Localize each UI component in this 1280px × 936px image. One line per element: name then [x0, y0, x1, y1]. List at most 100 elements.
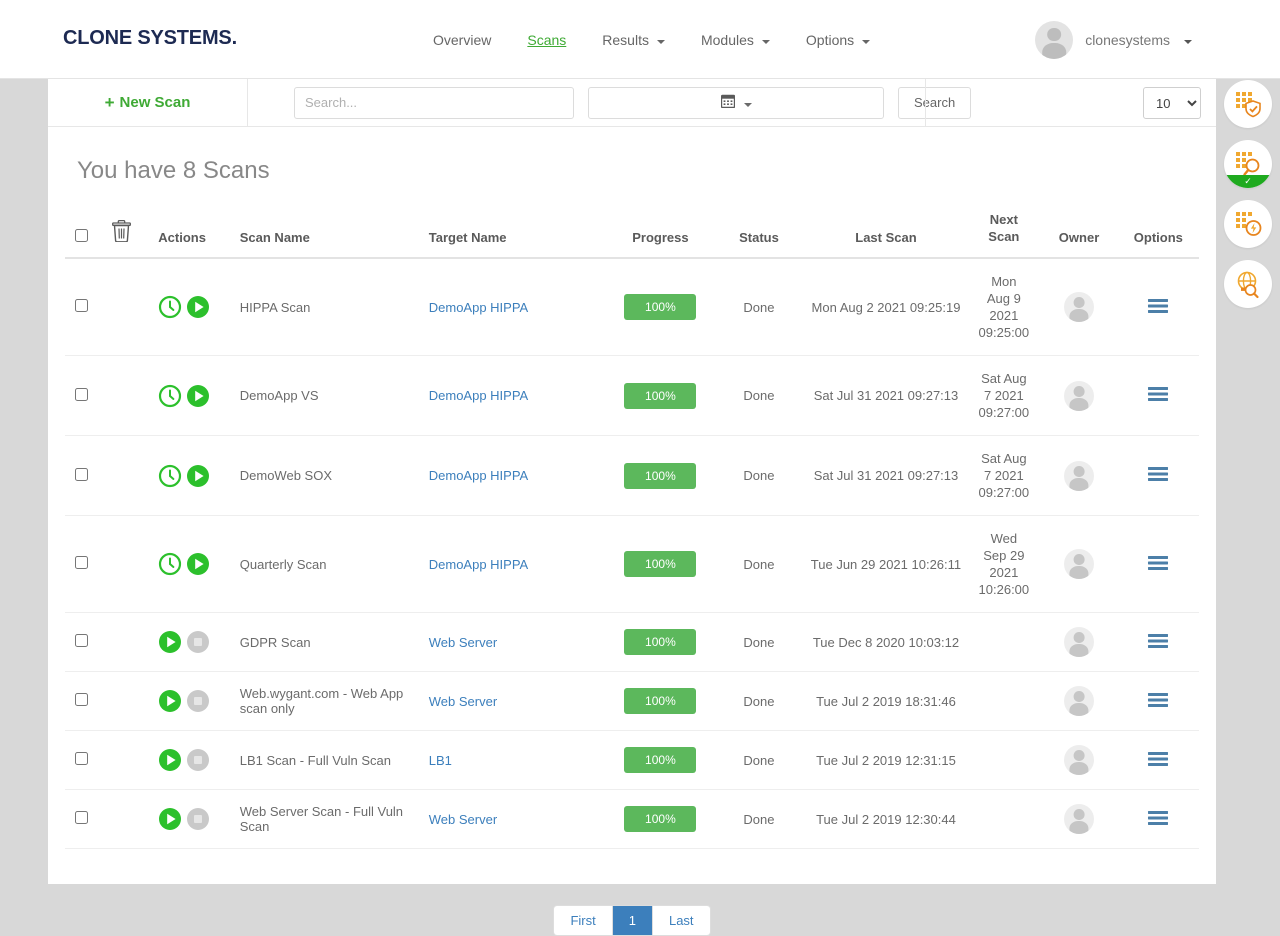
- row-checkbox[interactable]: [75, 468, 88, 481]
- brand-name-bold: CLONE: [63, 27, 132, 49]
- vulnerability-shield-icon[interactable]: [1224, 80, 1272, 128]
- nav-item-options[interactable]: Options: [788, 32, 888, 48]
- options-menu-icon[interactable]: [1147, 751, 1169, 767]
- row-owner-cell: [1040, 356, 1117, 436]
- row-scan-name: HIPPA Scan: [240, 258, 429, 356]
- network-globe-icon[interactable]: [1224, 260, 1272, 308]
- nav-item-modules[interactable]: Modules: [683, 32, 788, 48]
- nav-item-overview[interactable]: Overview: [415, 32, 509, 48]
- table-row: LB1 Scan - Full Vuln Scan LB1 100% Done …: [65, 731, 1199, 790]
- table-header-row: Actions Scan Name Target Name Progress S…: [65, 211, 1199, 258]
- brand-name-rest: SYSTEMS: [137, 27, 231, 49]
- schedule-clock-icon[interactable]: [158, 552, 182, 576]
- nav-item-results[interactable]: Results: [584, 32, 683, 48]
- options-menu-icon[interactable]: [1147, 298, 1169, 314]
- row-checkbox[interactable]: [75, 811, 88, 824]
- row-select-cell: [65, 258, 98, 356]
- row-options-cell: [1118, 258, 1199, 356]
- row-next-scan: [967, 731, 1040, 790]
- run-play-icon[interactable]: [186, 295, 210, 319]
- pagination-page-1[interactable]: 1: [613, 906, 653, 935]
- row-last-scan: Tue Dec 8 2020 10:03:12: [805, 613, 968, 672]
- table-row: DemoApp VS DemoApp HIPPA 100% Done Sat J…: [65, 356, 1199, 436]
- stop-disabled-icon[interactable]: [186, 689, 210, 713]
- pagination-first[interactable]: First: [554, 906, 612, 935]
- run-play-icon[interactable]: [158, 689, 182, 713]
- row-checkbox[interactable]: [75, 752, 88, 765]
- trash-icon[interactable]: [112, 220, 131, 245]
- row-action-icons: [158, 295, 239, 319]
- row-action-icons: [158, 630, 239, 654]
- target-link[interactable]: Web Server: [429, 694, 497, 709]
- user-menu-label: clonesystems: [1085, 32, 1170, 48]
- side-icon-rail: ✓: [1224, 80, 1272, 308]
- new-scan-button-label: New Scan: [120, 94, 191, 111]
- run-play-icon[interactable]: [158, 748, 182, 772]
- page-size-select[interactable]: 10: [1143, 87, 1201, 119]
- row-options-cell: [1118, 516, 1199, 613]
- row-checkbox[interactable]: [75, 388, 88, 401]
- select-all-checkbox[interactable]: [75, 229, 88, 242]
- schedule-clock-icon[interactable]: [158, 384, 182, 408]
- search-input[interactable]: [294, 87, 574, 119]
- run-play-icon[interactable]: [186, 464, 210, 488]
- pagination: First 1 Last: [65, 905, 1199, 936]
- search-button[interactable]: Search: [898, 87, 971, 119]
- schedule-clock-icon[interactable]: [158, 295, 182, 319]
- nav-item-scans[interactable]: Scans: [509, 32, 584, 48]
- run-play-icon[interactable]: [158, 807, 182, 831]
- target-link[interactable]: LB1: [429, 753, 452, 768]
- options-menu-icon[interactable]: [1147, 555, 1169, 571]
- table-row: Quarterly Scan DemoApp HIPPA 100% Done T…: [65, 516, 1199, 613]
- new-scan-button[interactable]: + New Scan: [48, 79, 248, 127]
- target-link[interactable]: DemoApp HIPPA: [429, 468, 528, 483]
- table-row: Web.wygant.com - Web App scan only Web S…: [65, 672, 1199, 731]
- nav-item-scans-label: Scans: [527, 32, 566, 48]
- run-play-icon[interactable]: [186, 384, 210, 408]
- stop-disabled-icon[interactable]: [186, 630, 210, 654]
- row-action-icons: [158, 807, 239, 831]
- target-link[interactable]: Web Server: [429, 635, 497, 650]
- row-checkbox[interactable]: [75, 634, 88, 647]
- options-menu-icon[interactable]: [1147, 810, 1169, 826]
- row-checkbox[interactable]: [75, 299, 88, 312]
- stop-disabled-icon[interactable]: [186, 748, 210, 772]
- row-target-cell: DemoApp HIPPA: [429, 436, 608, 516]
- row-scan-name: LB1 Scan - Full Vuln Scan: [240, 731, 429, 790]
- run-play-icon[interactable]: [158, 630, 182, 654]
- user-menu[interactable]: clonesystems: [1035, 0, 1192, 79]
- header-next-scan: Next Scan: [967, 211, 1040, 258]
- scan-search-icon[interactable]: ✓: [1224, 140, 1272, 188]
- target-link[interactable]: DemoApp HIPPA: [429, 388, 528, 403]
- options-menu-icon[interactable]: [1147, 692, 1169, 708]
- next-scan-line: Mon: [967, 273, 1040, 290]
- options-menu-icon[interactable]: [1147, 386, 1169, 402]
- target-link[interactable]: Web Server: [429, 812, 497, 827]
- schedule-clock-icon[interactable]: [158, 464, 182, 488]
- next-scan-line: Sep 29: [967, 547, 1040, 564]
- row-last-scan: Sat Jul 31 2021 09:27:13: [805, 436, 968, 516]
- options-menu-icon[interactable]: [1147, 466, 1169, 482]
- row-checkbox[interactable]: [75, 693, 88, 706]
- row-progress-cell: 100%: [608, 356, 714, 436]
- chevron-down-icon: [1184, 40, 1192, 44]
- header-last-scan: Last Scan: [805, 211, 968, 258]
- stop-disabled-icon[interactable]: [186, 807, 210, 831]
- run-play-icon[interactable]: [186, 552, 210, 576]
- header-owner: Owner: [1040, 211, 1117, 258]
- row-spacer-cell: [98, 613, 147, 672]
- options-menu-icon[interactable]: [1147, 633, 1169, 649]
- row-checkbox[interactable]: [75, 556, 88, 569]
- row-spacer-cell: [98, 356, 147, 436]
- target-link[interactable]: DemoApp HIPPA: [429, 300, 528, 315]
- date-range-picker[interactable]: [588, 87, 884, 119]
- compliance-lightning-icon[interactable]: [1224, 200, 1272, 248]
- target-link[interactable]: DemoApp HIPPA: [429, 557, 528, 572]
- pagination-last[interactable]: Last: [653, 906, 710, 935]
- brand-logo[interactable]: CLONE SYSTEMS.: [63, 27, 237, 50]
- main-panel: + New Scan Search 10: [48, 79, 1216, 884]
- row-status: Done: [713, 731, 804, 790]
- row-select-cell: [65, 790, 98, 849]
- row-owner-cell: [1040, 436, 1117, 516]
- row-owner-cell: [1040, 613, 1117, 672]
